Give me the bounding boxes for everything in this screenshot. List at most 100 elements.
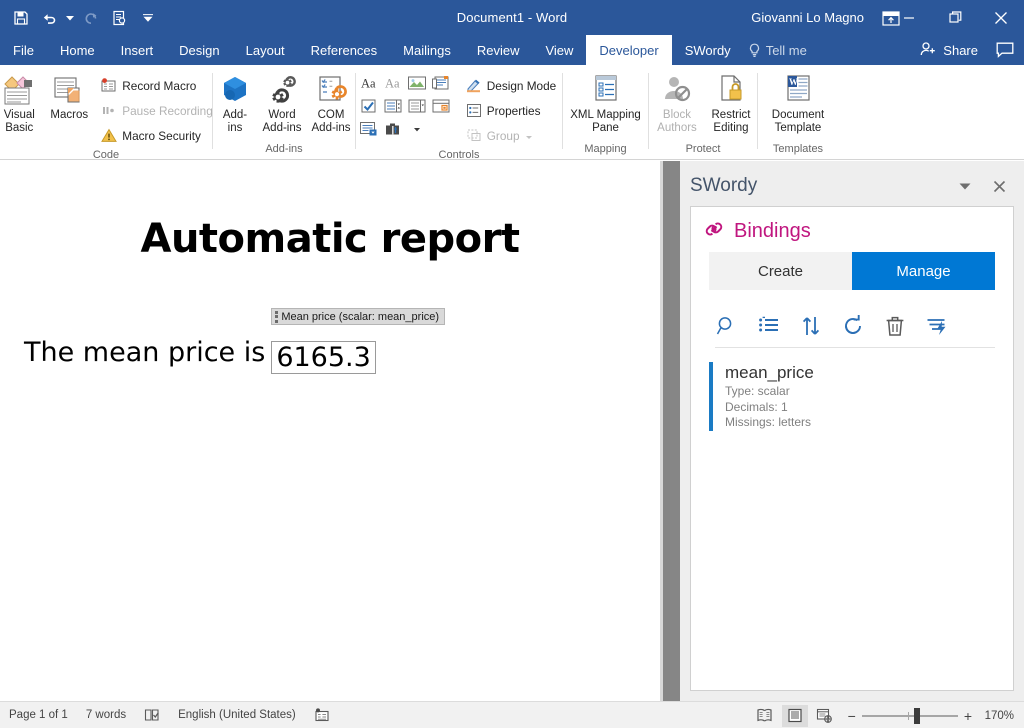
- macro-security-button[interactable]: Macro Security: [97, 124, 217, 147]
- tab-view[interactable]: View: [532, 35, 586, 65]
- task-pane-menu-icon[interactable]: [952, 173, 978, 199]
- zoom-thumb[interactable]: [914, 708, 920, 724]
- touch-mouse-mode-icon[interactable]: [106, 5, 132, 31]
- tab-swordy[interactable]: SWordy: [672, 35, 744, 65]
- share-button[interactable]: Share: [920, 35, 978, 65]
- tab-mailings[interactable]: Mailings: [390, 35, 464, 65]
- list-item[interactable]: mean_price Type: scalar Decimals: 1 Miss…: [709, 362, 995, 431]
- properties-button[interactable]: Properties: [462, 99, 561, 122]
- page-indicator[interactable]: Page 1 of 1: [0, 702, 77, 728]
- record-macro-icon: [101, 78, 117, 94]
- restore-button[interactable]: [932, 0, 978, 35]
- apply-icon[interactable]: [925, 314, 949, 338]
- zoom-midpoint: [908, 712, 909, 720]
- word-add-ins-button[interactable]: Word Add-ins: [257, 70, 307, 136]
- comments-icon[interactable]: [996, 35, 1014, 65]
- tab-layout[interactable]: Layout: [233, 35, 298, 65]
- refresh-icon[interactable]: [841, 314, 865, 338]
- document-template-button[interactable]: W Document Template: [761, 70, 835, 136]
- add-ins-button[interactable]: Add- ins: [213, 70, 257, 136]
- content-control-tag[interactable]: Mean price (scalar: mean_price): [271, 308, 445, 325]
- task-pane-close-icon[interactable]: [986, 173, 1012, 199]
- macros-icon: [52, 72, 86, 106]
- macros-button[interactable]: Macros: [43, 70, 95, 124]
- tab-review[interactable]: Review: [464, 35, 533, 65]
- print-layout-view-button[interactable]: [782, 705, 808, 727]
- binding-type: Type: scalar: [725, 384, 814, 400]
- save-icon[interactable]: [8, 5, 34, 31]
- title-bar: Document1 - Word Giovanni Lo Magno: [0, 0, 1024, 35]
- xml-mapping-pane-icon: [590, 72, 622, 106]
- macro-record-icon[interactable]: [305, 702, 339, 728]
- binding-details: mean_price Type: scalar Decimals: 1 Miss…: [725, 362, 814, 431]
- search-icon[interactable]: [715, 314, 739, 338]
- block-authors-label: Block Authors: [657, 109, 697, 134]
- properties-label: Properties: [487, 104, 541, 118]
- xml-mapping-pane-label: XML Mapping Pane: [570, 109, 641, 134]
- rich-text-content-control-icon[interactable]: Aa: [358, 72, 380, 93]
- visual-basic-button[interactable]: Visual Basic: [0, 70, 43, 136]
- date-picker-content-control-icon[interactable]: [430, 95, 452, 116]
- read-mode-view-button[interactable]: [752, 705, 778, 727]
- restrict-editing-button[interactable]: Restrict Editing: [705, 70, 757, 136]
- tab-insert[interactable]: Insert: [108, 35, 167, 65]
- account-name[interactable]: Giovanni Lo Magno: [751, 0, 864, 35]
- combo-box-content-control-icon[interactable]: [382, 95, 404, 116]
- tab-design[interactable]: Design: [166, 35, 232, 65]
- proofing-errors-icon[interactable]: [135, 702, 169, 728]
- tab-developer[interactable]: Developer: [586, 35, 671, 65]
- sort-icon[interactable]: [799, 314, 823, 338]
- design-mode-button[interactable]: Design Mode: [462, 74, 561, 97]
- person-share-icon: [920, 41, 937, 60]
- plain-text-content-control-icon[interactable]: Aa: [382, 72, 404, 93]
- tab-file[interactable]: File: [0, 35, 47, 65]
- com-add-ins-button[interactable]: COM Add-ins: [307, 70, 355, 136]
- language-indicator[interactable]: English (United States): [169, 702, 305, 728]
- ribbon-group-controls: Aa Aa: [356, 65, 562, 159]
- drop-down-list-content-control-icon[interactable]: [406, 95, 428, 116]
- zoom-track[interactable]: [862, 715, 958, 717]
- legacy-tools-dropdown-icon[interactable]: [406, 118, 428, 139]
- building-block-gallery-icon[interactable]: [430, 72, 452, 93]
- zoom-slider[interactable]: − +: [848, 708, 972, 724]
- zoom-in-button[interactable]: +: [964, 708, 972, 724]
- list-icon[interactable]: [757, 314, 781, 338]
- ribbon-group-protect: Block Authors Restrict Editing: [649, 65, 757, 159]
- document-paragraph: The mean price is Mean price (scalar: me…: [24, 337, 376, 379]
- bindings-list: mean_price Type: scalar Decimals: 1 Miss…: [709, 362, 995, 431]
- repeating-section-content-control-icon[interactable]: [358, 118, 380, 139]
- content-control[interactable]: Mean price (scalar: mean_price) 6165.3: [271, 337, 375, 379]
- ribbon-group-mapping: XML Mapping Pane Mapping: [563, 65, 648, 159]
- restrict-editing-icon: [715, 72, 747, 106]
- tell-me-box[interactable]: Tell me: [744, 35, 815, 65]
- zoom-out-button[interactable]: −: [848, 708, 856, 724]
- controls-gallery: Aa Aa: [358, 70, 452, 139]
- web-layout-view-button[interactable]: [812, 705, 838, 727]
- task-pane-header: SWordy: [680, 169, 1024, 203]
- undo-dropdown-icon[interactable]: [64, 5, 76, 31]
- tab-create[interactable]: Create: [709, 252, 852, 290]
- properties-icon: [466, 103, 482, 119]
- undo-icon[interactable]: [36, 5, 62, 31]
- content-control-handle-icon[interactable]: [275, 311, 278, 323]
- record-macro-button[interactable]: Record Macro: [97, 74, 217, 97]
- check-box-content-control-icon[interactable]: [358, 95, 380, 116]
- tab-home[interactable]: Home: [47, 35, 108, 65]
- zoom-level[interactable]: 170%: [976, 710, 1018, 722]
- group-label-templates: Templates: [773, 141, 823, 159]
- customize-qat-icon[interactable]: [142, 5, 154, 31]
- word-count[interactable]: 7 words: [77, 702, 135, 728]
- tab-manage[interactable]: Manage: [852, 252, 995, 290]
- bindings-segmented-control: Create Manage: [709, 252, 995, 290]
- minimize-button[interactable]: [886, 0, 932, 35]
- ribbon-tabs: File Home Insert Design Layout Reference…: [0, 35, 1024, 65]
- content-control-value[interactable]: 6165.3: [271, 341, 375, 374]
- tab-references[interactable]: References: [298, 35, 390, 65]
- xml-mapping-pane-button[interactable]: XML Mapping Pane: [564, 70, 648, 136]
- content-control-tag-label: Mean price (scalar: mean_price): [281, 311, 439, 323]
- trash-icon[interactable]: [883, 314, 907, 338]
- close-button[interactable]: [978, 0, 1024, 35]
- picture-content-control-icon[interactable]: [406, 72, 428, 93]
- document-page[interactable]: Automatic report The mean price is Mean …: [0, 161, 660, 701]
- legacy-tools-icon[interactable]: [382, 118, 404, 139]
